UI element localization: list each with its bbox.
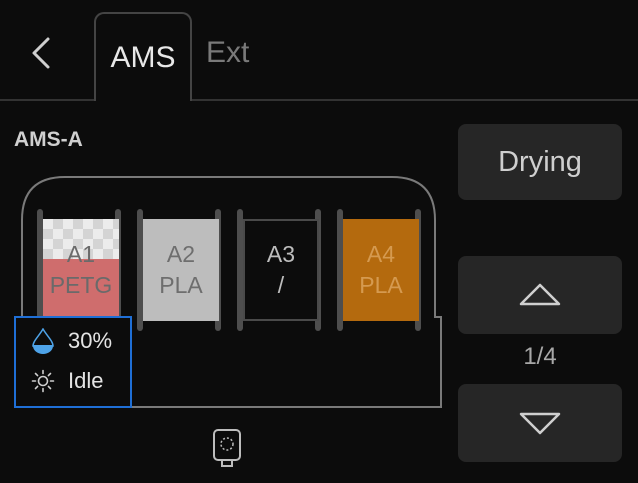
tab-ams[interactable]: AMS: [94, 12, 192, 101]
slot-a2-material: PLA: [159, 272, 203, 298]
tab-ext-label: Ext: [206, 36, 250, 69]
slot-a3[interactable]: A3 /: [243, 219, 319, 321]
status-value: Idle: [68, 368, 104, 393]
drying-button[interactable]: Drying: [458, 124, 622, 200]
triangle-down-icon: [519, 412, 561, 435]
back-button[interactable]: [20, 30, 64, 76]
slot-a1-material: PETG: [49, 272, 113, 298]
ams-unit-label: AMS-A: [14, 128, 83, 151]
sun-icon: [30, 368, 56, 394]
slot-a2-id: A2: [166, 241, 196, 267]
drying-button-label: Drying: [498, 145, 582, 178]
slot-a3-material: /: [277, 272, 285, 298]
chevron-left-icon: [32, 37, 50, 69]
slot-a2[interactable]: A2 PLA: [143, 219, 219, 321]
page-down-button[interactable]: [458, 384, 622, 462]
page-indicator: 1/4: [523, 343, 557, 370]
slot-a1-id: A1: [66, 241, 96, 267]
slot-a1[interactable]: A1 PETG: [43, 219, 119, 321]
water-drop-icon: [30, 328, 56, 354]
tab-ext[interactable]: Ext: [206, 30, 249, 76]
slot-a4-id: A4: [366, 241, 396, 267]
feeder-icon: [212, 428, 242, 468]
page-up-button[interactable]: [458, 256, 622, 334]
triangle-up-icon: [519, 283, 561, 306]
humidity-value: 30%: [68, 328, 113, 353]
humidity-status-panel[interactable]: 30% Idle: [14, 316, 132, 408]
slot-a3-id: A3: [266, 241, 296, 267]
tab-ams-label: AMS: [110, 40, 176, 74]
slot-a4-material: PLA: [359, 272, 403, 298]
humidity-row: 30%: [30, 328, 112, 354]
status-row: Idle: [30, 368, 103, 394]
slot-a4[interactable]: A4 PLA: [343, 219, 419, 321]
